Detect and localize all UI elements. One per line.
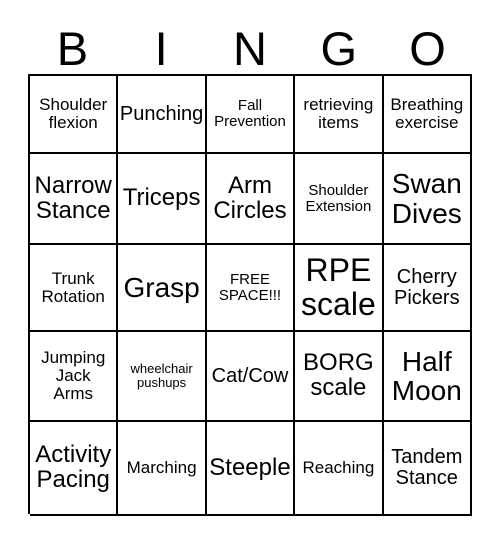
bingo-cell-label: Narrow Stance <box>34 171 112 224</box>
bingo-cell-label: Jumping Jack Arms <box>41 348 106 403</box>
bingo-cell-label: Arm Circles <box>213 171 287 224</box>
bingo-cell-label: Cat/Cow <box>211 364 289 387</box>
bingo-cell-label: Shoulder Extension <box>305 181 372 215</box>
bingo-cell-label: Activity Pacing <box>35 441 112 493</box>
bingo-cell-label: Fall Prevention <box>214 97 286 130</box>
bingo-cell-r3c4[interactable]: RPE scale <box>295 245 384 332</box>
bingo-cell-r5c4[interactable]: Reaching <box>295 422 384 516</box>
bingo-cell-r1c4[interactable]: retrieving items <box>295 76 384 154</box>
bingo-cell-label: Trunk Rotation <box>41 268 105 306</box>
bingo-cell-label: Half Moon <box>391 345 462 406</box>
bingo-header: B I NGO <box>28 16 472 74</box>
bingo-cell-r4c4[interactable]: BORG scale <box>295 332 384 422</box>
bingo-cell-label: BORG scale <box>303 349 374 401</box>
bingo-cell-label: Triceps <box>122 184 201 212</box>
bingo-grid: Shoulder flexion Punching Fall Prevention r… <box>28 74 472 516</box>
bingo-cell-r2c2[interactable]: Triceps <box>118 154 207 245</box>
bingo-cell-r1c1[interactable]: Shoulder flexion <box>30 76 119 154</box>
bingo-cell-r5c5[interactable]: Tandem Stance <box>383 422 472 516</box>
bingo-header-letter-i: I <box>154 22 168 75</box>
bingo-cell-r1c5[interactable]: Breathing exercise <box>383 76 472 154</box>
bingo-header-letter-n: N <box>233 22 267 75</box>
bingo-header-letter-b: B <box>56 22 89 75</box>
bingo-cell-r2c1[interactable]: Narrow Stance <box>30 154 119 245</box>
bingo-cell-label: RPE scale <box>301 252 376 322</box>
bingo-cell-label: Breathing exercise <box>390 95 464 132</box>
bingo-cell-r4c5[interactable]: Half Moon <box>383 332 472 422</box>
bingo-cell-label: retrieving items <box>303 95 374 132</box>
bingo-cell-r4c1[interactable]: Jumping Jack Arms <box>30 332 119 422</box>
bingo-cell-r3c5[interactable]: Cherry Pickers <box>383 245 472 332</box>
bingo-cell-r1c2[interactable]: Punching <box>118 76 207 154</box>
bingo-cell-label: Tandem Stance <box>391 446 463 489</box>
bingo-cell-r4c3[interactable]: Cat/Cow <box>206 332 296 422</box>
bingo-cell-label: Reaching <box>302 458 375 478</box>
bingo-cell-r3c1[interactable]: Trunk Rotation <box>30 245 119 332</box>
bingo-cell-r1c3[interactable]: Fall Prevention <box>206 76 296 154</box>
bingo-header-letter-g: G <box>320 22 358 75</box>
bingo-cell-label: Punching <box>119 102 204 125</box>
bingo-cell-label: Cherry Pickers <box>394 265 460 309</box>
bingo-cell-r4c2[interactable]: wheelchair pushups <box>118 332 207 422</box>
bingo-cell-r5c3[interactable]: Steeple <box>206 422 296 516</box>
bingo-cell-r3c2[interactable]: Grasp <box>118 245 207 332</box>
bingo-cell-r5c2[interactable]: Marching <box>118 422 207 516</box>
bingo-cell-r5c1[interactable]: Activity Pacing <box>30 422 119 516</box>
bingo-header-letter-o: O <box>409 22 446 75</box>
bingo-cell-label: wheelchair pushups <box>130 361 193 390</box>
bingo-cell-r2c5[interactable]: Swan Dives <box>383 154 472 245</box>
bingo-cell-label: Steeple <box>209 453 291 481</box>
bingo-cell-r3c3[interactable]: FREE SPACE!!! <box>206 245 296 332</box>
bingo-cell-r2c3[interactable]: Arm Circles <box>206 154 296 245</box>
bingo-card: B I NGO Shoulder flexion Punching Fall Preve… <box>0 0 500 544</box>
bingo-cell-label: Swan Dives <box>391 168 462 229</box>
bingo-cell-label: Grasp <box>123 271 200 303</box>
bingo-cell-label: FREE SPACE!!! <box>218 270 282 304</box>
bingo-cell-label: Shoulder flexion <box>39 95 108 132</box>
bingo-cell-r2c4[interactable]: Shoulder Extension <box>295 154 384 245</box>
bingo-cell-label: Marching <box>126 458 197 478</box>
